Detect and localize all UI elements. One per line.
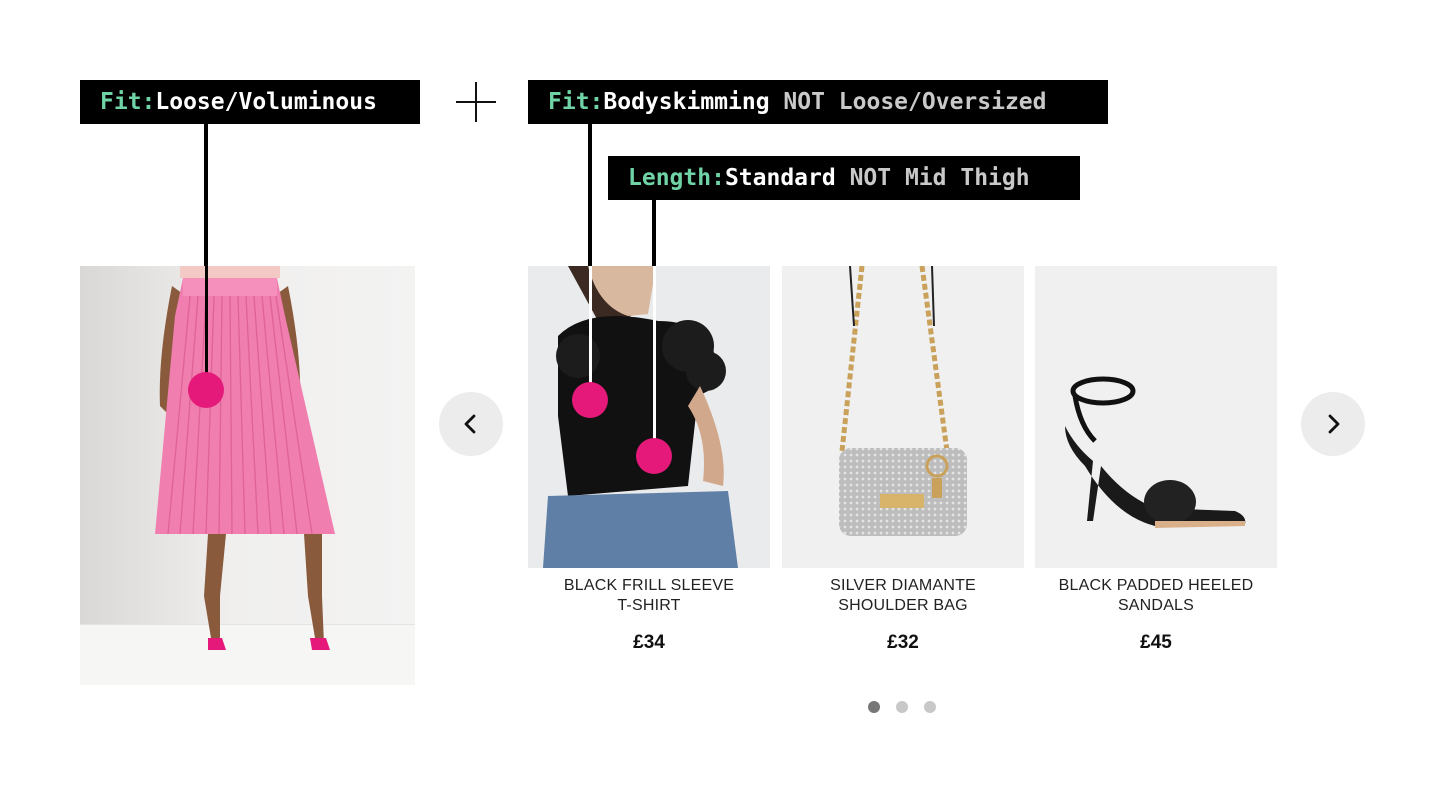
annotation-leader-line — [653, 266, 656, 440]
annotation-tag-fit-main: Fit: Loose/Voluminous — [80, 80, 420, 124]
product-title[interactable]: BLACK FRILL SLEEVE T-SHIRT — [528, 576, 770, 616]
annotation-value: Loose/Voluminous — [155, 89, 377, 115]
carousel-prev-button[interactable] — [439, 392, 503, 456]
pagination-dot-2[interactable] — [896, 701, 908, 713]
product-image-sandals[interactable] — [1035, 266, 1277, 568]
product-price: £32 — [887, 632, 919, 653]
pagination-dot-1[interactable] — [868, 701, 880, 713]
annotation-tag-fit-top: Fit: Bodyskimming NOT Loose/Oversized — [528, 80, 1108, 124]
hotspot-marker[interactable] — [188, 372, 224, 408]
annotation-value: Bodyskimming — [603, 89, 770, 115]
annotation-leader-line — [204, 124, 208, 266]
hotspot-marker[interactable] — [572, 382, 608, 418]
pagination-dot-3[interactable] — [924, 701, 936, 713]
product-image-bag[interactable] — [782, 266, 1024, 568]
annotation-leader-line — [652, 200, 656, 266]
annotation-leader-line — [589, 266, 592, 384]
annotation-value: Standard — [724, 165, 836, 191]
chevron-left-icon — [464, 414, 476, 434]
annotation-key: Length: — [628, 165, 725, 191]
annotation-key: Fit: — [548, 89, 604, 115]
product-price: £34 — [633, 632, 665, 653]
product-title[interactable]: SILVER DIAMANTE SHOULDER BAG — [782, 576, 1024, 616]
annotation-negation: NOT Loose/Oversized — [769, 89, 1047, 115]
annotation-tag-length-top: Length: Standard NOT Mid Thigh — [608, 156, 1080, 200]
chevron-right-icon — [1328, 414, 1340, 434]
main-product-image — [80, 266, 415, 685]
annotation-negation: NOT Mid Thigh — [835, 165, 1030, 191]
product-title[interactable]: BLACK PADDED HEELED SANDALS — [1035, 576, 1277, 616]
product-price: £45 — [1140, 632, 1172, 653]
annotation-key: Fit: — [100, 89, 156, 115]
carousel-next-button[interactable] — [1301, 392, 1365, 456]
annotation-leader-line — [205, 266, 208, 376]
annotation-leader-line — [588, 124, 592, 266]
product-image-tshirt[interactable] — [528, 266, 770, 568]
hotspot-marker[interactable] — [636, 438, 672, 474]
